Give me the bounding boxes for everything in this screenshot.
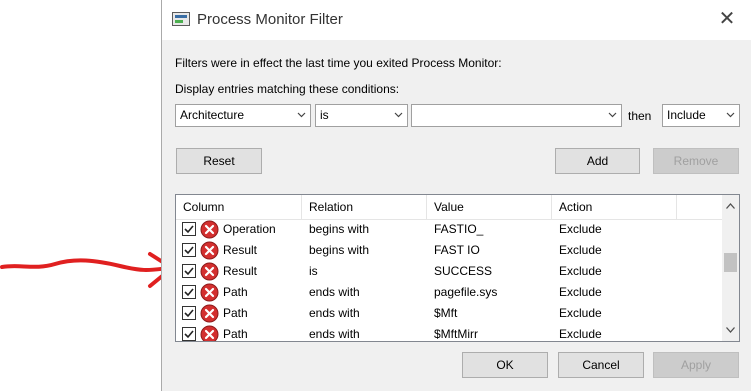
- row-column: Path: [223, 285, 248, 299]
- then-label: then: [628, 109, 652, 123]
- row-relation: begins with: [309, 243, 370, 257]
- list-header: Column Relation Value Action: [176, 195, 724, 220]
- row-checkbox[interactable]: [182, 306, 196, 320]
- exclude-x-icon: [200, 325, 219, 341]
- window-title: Process Monitor Filter: [197, 11, 343, 28]
- checkmark-icon: [184, 267, 194, 276]
- checkmark-icon: [184, 309, 194, 318]
- scrollbar-thumb[interactable]: [724, 253, 737, 272]
- title-bar: Process Monitor Filter ✕: [162, 0, 751, 40]
- row-column: Path: [223, 327, 248, 341]
- header-action[interactable]: Action: [552, 195, 677, 220]
- ok-button[interactable]: OK: [462, 352, 548, 378]
- row-column: Path: [223, 306, 248, 320]
- vertical-scrollbar[interactable]: [722, 195, 739, 341]
- exclude-x-icon: [200, 283, 219, 302]
- row-checkbox[interactable]: [182, 327, 196, 341]
- row-value: SUCCESS: [434, 264, 493, 278]
- scroll-down-icon[interactable]: [726, 327, 735, 333]
- relation-select[interactable]: is: [315, 104, 408, 127]
- row-checkbox[interactable]: [182, 222, 196, 236]
- scroll-up-icon[interactable]: [726, 203, 735, 209]
- row-value: FAST IO: [434, 243, 480, 257]
- chevron-down-icon: [394, 112, 403, 118]
- row-value: $Mft: [434, 306, 458, 320]
- table-row[interactable]: Operation begins with FASTIO_ Exclude: [176, 219, 724, 240]
- row-action: Exclude: [559, 264, 602, 278]
- reset-button[interactable]: Reset: [176, 148, 262, 174]
- column-select[interactable]: Architecture: [175, 104, 311, 127]
- chevron-down-icon: [608, 112, 617, 118]
- cancel-button[interactable]: Cancel: [558, 352, 644, 378]
- filter-dialog: Process Monitor Filter ✕ Filters were in…: [161, 0, 751, 391]
- row-value: pagefile.sys: [434, 285, 498, 299]
- row-value: FASTIO_: [434, 222, 484, 236]
- conditions-label: Display entries matching these condition…: [175, 82, 400, 96]
- table-row[interactable]: Path ends with pagefile.sys Exclude: [176, 282, 724, 303]
- value-combobox[interactable]: [411, 104, 622, 127]
- row-action: Exclude: [559, 222, 602, 236]
- table-row[interactable]: Result begins with FAST IO Exclude: [176, 240, 724, 261]
- row-relation: ends with: [309, 327, 360, 341]
- header-relation[interactable]: Relation: [302, 195, 427, 220]
- row-relation: ends with: [309, 285, 360, 299]
- row-action: Exclude: [559, 243, 602, 257]
- checkmark-icon: [184, 330, 194, 339]
- row-action: Exclude: [559, 285, 602, 299]
- row-value: $MftMirr: [434, 327, 478, 341]
- chevron-down-icon: [297, 112, 306, 118]
- exclude-x-icon: [200, 304, 219, 323]
- row-column: Result: [223, 243, 258, 257]
- screenshot-stage: Process Monitor Filter ✕ Filters were in…: [0, 0, 751, 391]
- header-value[interactable]: Value: [427, 195, 552, 220]
- table-row[interactable]: Result is SUCCESS Exclude: [176, 261, 724, 282]
- row-checkbox[interactable]: [182, 264, 196, 278]
- row-relation: ends with: [309, 306, 360, 320]
- action-select-value: Include: [667, 108, 706, 122]
- red-arrow-annotation: [0, 252, 174, 288]
- row-relation: is: [309, 264, 318, 278]
- checkmark-icon: [184, 246, 194, 255]
- add-button[interactable]: Add: [555, 148, 640, 174]
- remove-button[interactable]: Remove: [653, 148, 739, 174]
- apply-button[interactable]: Apply: [653, 352, 739, 378]
- row-action: Exclude: [559, 306, 602, 320]
- process-monitor-icon: [172, 12, 190, 26]
- column-select-value: Architecture: [180, 108, 245, 122]
- chevron-down-icon: [726, 112, 735, 118]
- row-relation: begins with: [309, 222, 370, 236]
- table-row[interactable]: Path ends with $Mft Exclude: [176, 303, 724, 324]
- relation-select-value: is: [320, 108, 329, 122]
- row-action: Exclude: [559, 327, 602, 341]
- exclude-x-icon: [200, 220, 219, 239]
- filter-list[interactable]: Column Relation Value Action Operation b…: [175, 194, 740, 342]
- row-checkbox[interactable]: [182, 285, 196, 299]
- checkmark-icon: [184, 225, 194, 234]
- exclude-x-icon: [200, 241, 219, 260]
- header-column[interactable]: Column: [176, 195, 302, 220]
- checkmark-icon: [184, 288, 194, 297]
- close-icon[interactable]: ✕: [715, 8, 739, 32]
- row-column: Result: [223, 264, 258, 278]
- row-checkbox[interactable]: [182, 243, 196, 257]
- exclude-x-icon: [200, 262, 219, 281]
- row-column: Operation: [223, 222, 276, 236]
- action-select[interactable]: Include: [662, 104, 740, 127]
- table-row[interactable]: Path ends with $MftMirr Exclude: [176, 324, 724, 341]
- info-text: Filters were in effect the last time you…: [175, 56, 502, 70]
